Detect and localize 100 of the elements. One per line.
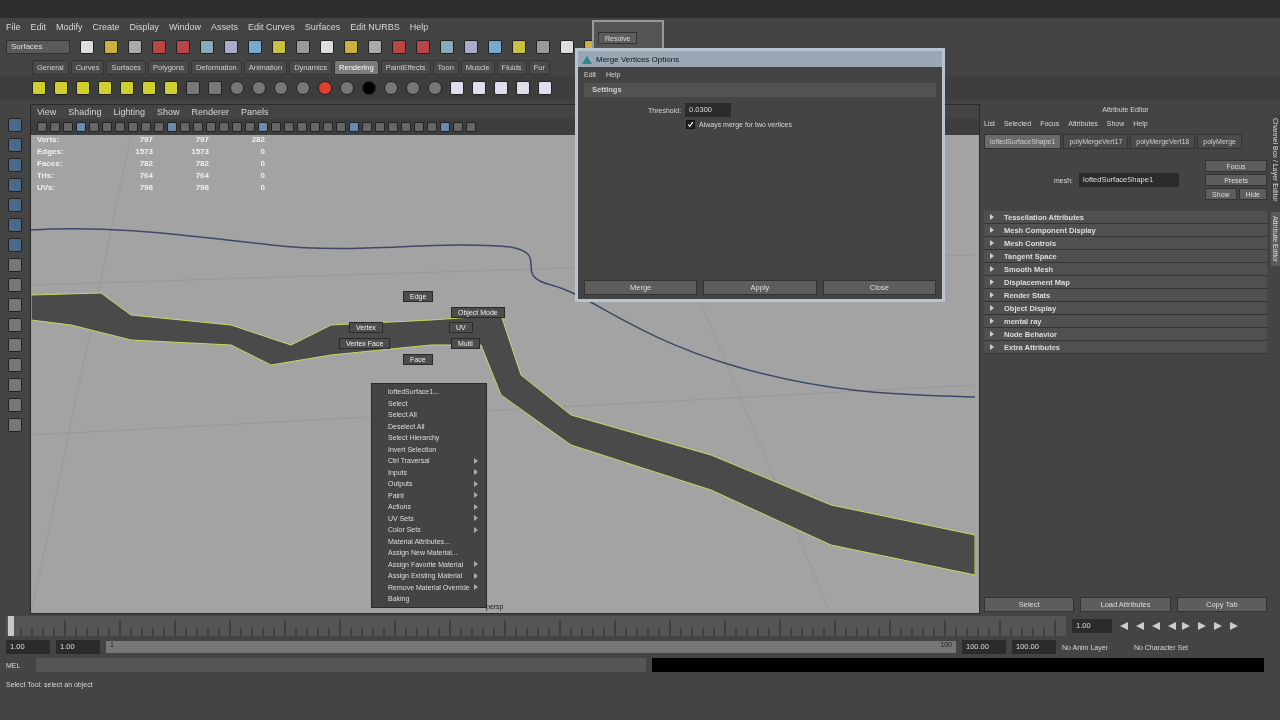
toolbar-icon[interactable] [344,40,358,54]
app-logo-icon [582,54,592,64]
expand-arrow-icon [990,214,994,220]
hud-value: 1573 [190,147,209,156]
toolbar-icon[interactable] [464,40,478,54]
tool-icon[interactable] [8,278,22,292]
panel-menu-item[interactable]: Panels [240,107,269,117]
hud-value: 798 [194,183,209,192]
panel-menu-item[interactable]: View [37,107,57,117]
panel-menu-item[interactable]: Show [156,107,180,117]
toolbar-icon[interactable] [536,40,550,54]
shelf-icon[interactable] [494,81,508,95]
hud-value: 1573 [134,147,153,156]
tool-icon[interactable] [8,158,22,172]
panel-menu-item[interactable]: Shading [68,107,102,117]
tool-icon[interactable] [8,318,22,332]
menu-item[interactable]: Edit Curves [248,22,295,32]
checkbox[interactable] [686,120,695,129]
hud-label: UVs: [37,183,57,192]
panel-menu-item[interactable]: Lighting [113,107,145,117]
shelf-icon[interactable] [516,81,530,95]
expand-arrow-icon [990,227,994,233]
hud-value: 764 [194,171,209,180]
menu-item[interactable]: Surfaces [304,22,341,32]
tool-icon[interactable] [8,358,22,372]
menu-set-dropdown[interactable]: Surfaces [6,40,70,54]
sphere-icon[interactable] [230,81,244,95]
sphere-icon[interactable] [274,81,288,95]
shelf-icon[interactable] [76,81,90,95]
hud-label: Tris: [37,171,55,180]
toolbar-icon[interactable] [560,40,574,54]
menu-item[interactable]: Assets [211,22,239,32]
shelf-icon[interactable] [98,81,112,95]
hud-label: Verts: [37,135,61,144]
toolbar-icon[interactable] [488,40,502,54]
shelf-icon[interactable] [472,81,486,95]
timeline-slider[interactable] [6,616,1066,636]
shelf-icon[interactable] [32,81,46,95]
toolbar-icon[interactable] [512,40,526,54]
menu-item[interactable]: Edit [30,22,47,32]
toolbar-icon[interactable] [224,40,238,54]
toolbar-icon[interactable] [104,40,118,54]
tool-icon[interactable] [8,118,22,132]
tool-icon[interactable] [8,138,22,152]
expand-arrow-icon [990,240,994,246]
tool-icon[interactable] [8,398,22,412]
sphere-icon[interactable] [384,81,398,95]
sphere-icon[interactable] [318,81,332,95]
expand-arrow-icon [990,305,994,311]
tool-icon[interactable] [8,238,22,252]
sphere-icon[interactable] [340,81,354,95]
sphere-icon[interactable] [252,81,266,95]
sphere-icon[interactable] [406,81,420,95]
toolbar-icon[interactable] [320,40,334,54]
tool-icon[interactable] [8,218,22,232]
hud-value: 0 [259,147,265,156]
shelf-icon[interactable] [538,81,552,95]
hud-label: Faces: [37,159,64,168]
shelf-icon[interactable] [142,81,156,95]
toolbar-icon[interactable] [248,40,262,54]
toolbar-icon[interactable] [296,40,310,54]
hud-value: 798 [138,183,153,192]
toolbar-icon[interactable] [128,40,142,54]
toolbar-icon[interactable] [200,40,214,54]
hud-value: 0 [259,159,265,168]
toolbar-icon[interactable] [272,40,286,54]
expand-arrow-icon [990,253,994,259]
shelf-icon[interactable] [54,81,68,95]
toolbar-icon[interactable] [440,40,454,54]
expand-arrow-icon [990,266,994,272]
shelf-icon[interactable] [164,81,178,95]
tool-icon[interactable] [8,178,22,192]
tool-icon[interactable] [8,298,22,312]
tool-icon[interactable] [8,378,22,392]
expand-arrow-icon [990,331,994,337]
sphere-icon[interactable] [296,81,310,95]
tool-icon[interactable] [8,198,22,212]
toolbar-icon[interactable] [368,40,382,54]
shelf-icon[interactable] [120,81,134,95]
menu-item[interactable]: Edit NURBS [350,22,400,32]
menu-item[interactable]: Window [169,22,202,32]
sphere-icon[interactable] [428,81,442,95]
hud-value: 782 [138,159,153,168]
toolbar-icon[interactable] [80,40,94,54]
shelf-icon[interactable] [450,81,464,95]
menu-item[interactable]: Display [129,22,160,32]
panel-menu-item[interactable]: Renderer [191,107,229,117]
menu-item[interactable]: Help [409,22,429,32]
expand-arrow-icon [990,318,994,324]
hud-value: 782 [194,159,209,168]
tool-icon[interactable] [8,258,22,272]
menu-item[interactable]: Create [92,22,120,32]
expand-arrow-icon [990,292,994,298]
tool-icon[interactable] [8,418,22,432]
hud-value: 797 [138,135,153,144]
menu-item[interactable]: File [6,22,21,32]
hud-value: 0 [259,183,265,192]
dialog-title: Merge Vertices Options [596,54,680,64]
tool-icon[interactable] [8,338,22,352]
menu-item[interactable]: Modify [56,22,83,32]
